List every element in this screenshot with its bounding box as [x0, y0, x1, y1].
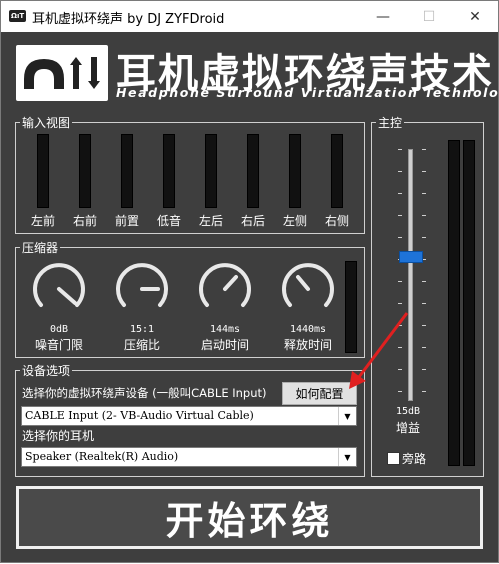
app-window: ΩıT 耳机虚拟环绕声 by DJ ZYFDroid — ☐ ✕ 耳机虚拟环绕声…	[0, 0, 499, 563]
start-surround-button[interactable]: 开始环绕	[16, 486, 483, 549]
red-arrow-annotation	[349, 312, 409, 389]
